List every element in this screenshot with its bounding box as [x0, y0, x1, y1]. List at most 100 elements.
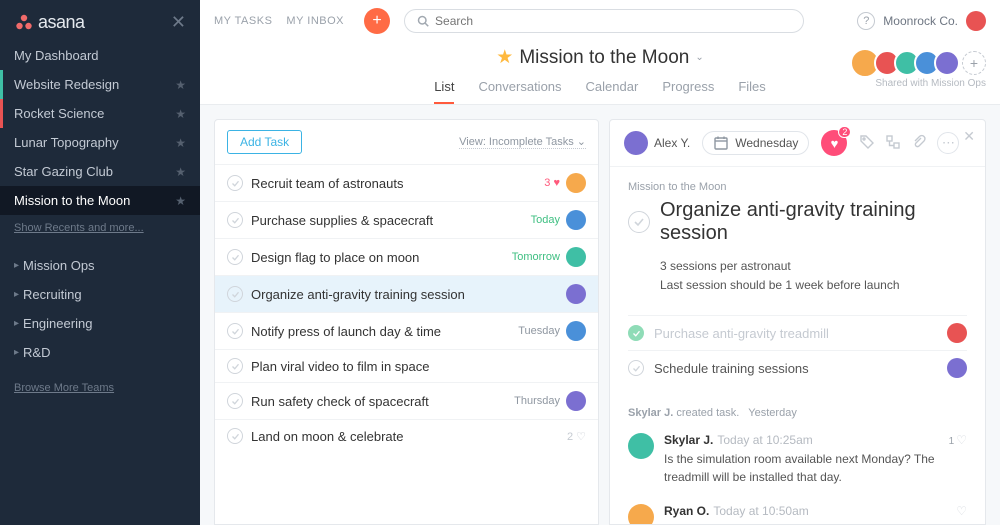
org-name[interactable]: Moonrock Co. — [883, 14, 958, 28]
close-sidebar-icon[interactable]: ✕ — [171, 12, 186, 33]
comment-like-button[interactable]: 1♡ — [949, 433, 967, 447]
search-input[interactable] — [435, 14, 791, 28]
attachment-icon[interactable] — [911, 134, 927, 153]
sidebar-item-label: Rocket Science — [14, 106, 104, 121]
breadcrumb[interactable]: Mission to the Moon — [628, 181, 967, 193]
task-row[interactable]: Run safety check of spacecraftThursday — [215, 382, 598, 419]
assignee-avatar — [566, 284, 586, 304]
sidebar-project-item[interactable]: Website Redesign★ — [0, 70, 200, 99]
assignee-name: Alex Y. — [654, 136, 690, 150]
favorite-star-icon[interactable]: ★ — [175, 107, 186, 121]
my-inbox-link[interactable]: MY INBOX — [286, 15, 344, 27]
task-detail-title[interactable]: Organize anti-gravity training session — [660, 199, 967, 245]
sidebar-dashboard-label: My Dashboard — [14, 48, 99, 63]
team-label: Recruiting — [23, 287, 82, 302]
task-checkbox[interactable] — [227, 323, 243, 339]
project-tab[interactable]: Conversations — [478, 73, 561, 104]
sidebar-browse-teams[interactable]: Browse More Teams — [0, 375, 200, 401]
task-row[interactable]: Purchase supplies & spacecraftToday — [215, 201, 598, 238]
sidebar-dashboard[interactable]: My Dashboard — [0, 41, 200, 70]
complete-task-checkbox[interactable] — [628, 211, 650, 233]
project-tab[interactable]: List — [434, 73, 454, 104]
task-title: Land on moon & celebrate — [251, 429, 559, 444]
view-filter[interactable]: View: Incomplete Tasks ⌄ — [459, 135, 586, 149]
help-icon[interactable]: ? — [857, 12, 875, 30]
favorite-star-icon[interactable]: ★ — [175, 194, 186, 208]
comment-text: It's available. The trampoline is alread… — [664, 521, 967, 524]
close-detail-icon[interactable]: ✕ — [963, 128, 975, 145]
task-checkbox[interactable] — [227, 286, 243, 302]
subtask-assignee-avatar — [947, 358, 967, 378]
due-date-chip[interactable]: Wednesday — [702, 131, 809, 155]
subtask-checkbox[interactable] — [628, 360, 644, 376]
current-user-avatar[interactable] — [966, 11, 986, 31]
my-tasks-link[interactable]: MY TASKS — [214, 15, 272, 27]
task-list-pane: Add Task View: Incomplete Tasks ⌄ Recrui… — [214, 119, 599, 525]
subtask-title: Schedule training sessions — [654, 361, 937, 376]
task-row[interactable]: Recruit team of astronauts3 ♥ — [215, 164, 598, 201]
assignee-avatar — [566, 321, 586, 341]
task-description[interactable]: 3 sessions per astronaut Last session sh… — [660, 257, 967, 295]
main: MY TASKS MY INBOX + ? Moonrock Co. ★ Mis… — [200, 0, 1000, 525]
star-filled-icon[interactable]: ★ — [496, 46, 513, 69]
project-tab[interactable]: Files — [738, 73, 765, 104]
subtask-assignee-avatar — [947, 323, 967, 343]
task-checkbox[interactable] — [227, 428, 243, 444]
like-button[interactable]: ♥ 2 — [821, 130, 847, 156]
task-row[interactable]: Organize anti-gravity training session — [215, 275, 598, 312]
task-title: Recruit team of astronauts — [251, 176, 536, 191]
subtask-icon[interactable] — [885, 134, 901, 153]
comment-like-button[interactable]: ♡ — [956, 504, 967, 518]
add-member-button[interactable]: + — [962, 51, 986, 75]
assignee-chip[interactable]: Alex Y. — [624, 131, 690, 155]
add-button[interactable]: + — [364, 8, 390, 34]
sidebar-project-item[interactable]: Rocket Science ★ — [0, 99, 200, 128]
tag-icon[interactable] — [859, 134, 875, 153]
subtask-row[interactable]: Schedule training sessions — [628, 350, 967, 385]
caret-down-icon[interactable]: ⌄ — [695, 52, 703, 63]
task-checkbox[interactable] — [227, 212, 243, 228]
project-tab[interactable]: Calendar — [586, 73, 639, 104]
search-icon — [417, 15, 429, 27]
sidebar-project-item[interactable]: Mission to the Moon★ — [0, 186, 200, 215]
sidebar-project-item[interactable]: Lunar Topography★ — [0, 128, 200, 157]
like-count: 2 ♡ — [567, 430, 586, 443]
task-checkbox[interactable] — [227, 358, 243, 374]
project-members: + — [856, 48, 986, 78]
task-row[interactable]: Plan viral video to film in space — [215, 349, 598, 382]
task-row[interactable]: Notify press of launch day & timeTuesday — [215, 312, 598, 349]
comment-text: Is the simulation room available next Mo… — [664, 450, 967, 486]
project-tab[interactable]: Progress — [662, 73, 714, 104]
activity-meta: Skylar J. created task. Yesterday — [628, 407, 967, 419]
sidebar-project-item[interactable]: Star Gazing Club★ — [0, 157, 200, 186]
search-box[interactable] — [404, 9, 804, 33]
logo[interactable]: asana — [14, 12, 85, 33]
task-checkbox[interactable] — [227, 393, 243, 409]
assignee-avatar — [566, 247, 586, 267]
brand-name: asana — [38, 12, 85, 33]
team-label: R&D — [23, 345, 50, 360]
favorite-star-icon[interactable]: ★ — [175, 165, 186, 179]
sidebar-team-item[interactable]: ▸ Recruiting — [0, 280, 200, 309]
chevron-right-icon: ▸ — [14, 289, 19, 300]
like-count-badge: 2 — [838, 126, 851, 138]
add-task-button[interactable]: Add Task — [227, 130, 302, 154]
project-title[interactable]: ★ Mission to the Moon ⌄ — [496, 46, 703, 69]
more-icon[interactable]: ⋯ — [937, 132, 959, 154]
task-due: Thursday — [514, 395, 560, 407]
task-title: Organize anti-gravity training session — [251, 287, 558, 302]
sidebar-team-item[interactable]: ▸Mission Ops — [0, 251, 200, 280]
favorite-star-icon[interactable]: ★ — [175, 78, 186, 92]
sidebar-team-item[interactable]: ▸R&D — [0, 338, 200, 367]
subtask-title: Purchase anti-gravity treadmill — [654, 326, 937, 341]
task-row[interactable]: Design flag to place on moonTomorrow — [215, 238, 598, 275]
member-avatar[interactable] — [934, 50, 960, 76]
task-checkbox[interactable] — [227, 175, 243, 191]
favorite-star-icon[interactable]: ★ — [175, 136, 186, 150]
subtask-checkbox[interactable] — [628, 325, 644, 341]
subtask-row[interactable]: Purchase anti-gravity treadmill — [628, 315, 967, 350]
task-row[interactable]: Land on moon & celebrate 2 ♡ — [215, 419, 598, 452]
sidebar-team-item[interactable]: ▸Engineering — [0, 309, 200, 338]
task-checkbox[interactable] — [227, 249, 243, 265]
sidebar-show-recents[interactable]: Show Recents and more... — [0, 215, 200, 241]
